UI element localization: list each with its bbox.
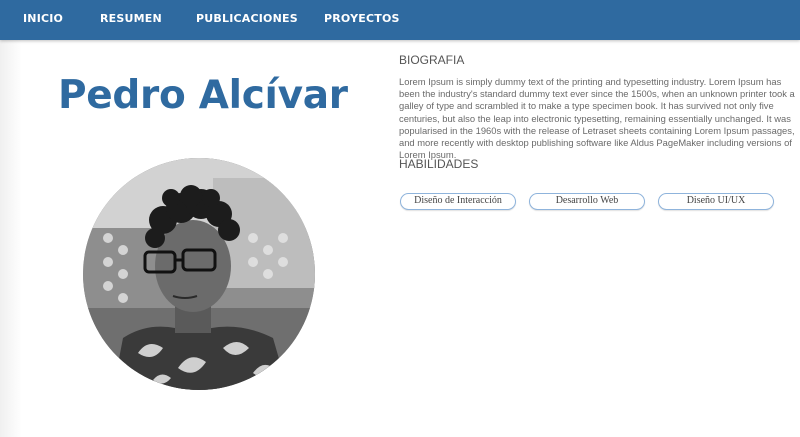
nav-link-proyectos[interactable]: PROYECTOS <box>324 12 400 25</box>
profile-name: Pedro Alcívar <box>58 73 348 118</box>
nav-link-publicaciones[interactable]: PUBLICACIONES <box>196 12 298 25</box>
biography-text: Lorem Ipsum is simply dummy text of the … <box>399 76 795 161</box>
biography-title: BIOGRAFIA <box>399 53 465 67</box>
nav-link-inicio[interactable]: INICIO <box>23 12 63 25</box>
skill-pill-interaction-design: Diseño de Interacción <box>400 193 516 210</box>
skill-pill-ui-ux-design: Diseño UI/UX <box>658 193 774 210</box>
nav-link-resumen[interactable]: RESUMEN <box>100 12 162 25</box>
top-navbar: INICIO RESUMEN PUBLICACIONES PROYECTOS <box>0 0 800 40</box>
profile-avatar <box>83 158 315 390</box>
left-shadow <box>0 40 22 437</box>
profile-photo <box>83 158 315 390</box>
skill-pill-web-development: Desarrollo Web <box>529 193 645 210</box>
skills-title: HABILIDADES <box>399 157 479 171</box>
